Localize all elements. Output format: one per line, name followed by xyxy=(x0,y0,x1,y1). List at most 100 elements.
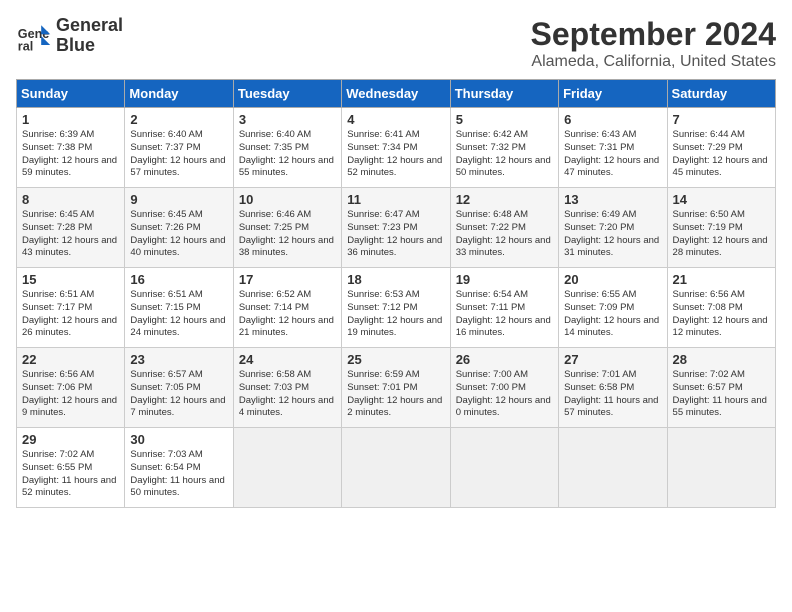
day-number: 27 xyxy=(564,352,661,367)
calendar-week-1: 1 Sunrise: 6:39 AMSunset: 7:38 PMDaylight… xyxy=(17,108,776,188)
calendar-cell: 7Sunrise: 6:44 AMSunset: 7:29 PMDaylight… xyxy=(667,108,775,188)
weekday-monday: Monday xyxy=(125,80,233,108)
day-detail: Sunrise: 6:46 AMSunset: 7:25 PMDaylight:… xyxy=(239,209,334,258)
calendar-cell: 22Sunrise: 6:56 AMSunset: 7:06 PMDayligh… xyxy=(17,348,125,428)
logo-blue: Blue xyxy=(56,36,123,56)
calendar-cell: 5Sunrise: 6:42 AMSunset: 7:32 PMDaylight… xyxy=(450,108,558,188)
day-detail: Sunrise: 6:53 AMSunset: 7:12 PMDaylight:… xyxy=(347,289,442,338)
calendar-week-4: 22Sunrise: 6:56 AMSunset: 7:06 PMDayligh… xyxy=(17,348,776,428)
day-number: 29 xyxy=(22,432,119,447)
day-detail: Sunrise: 6:47 AMSunset: 7:23 PMDaylight:… xyxy=(347,209,442,258)
day-number: 15 xyxy=(22,272,119,287)
day-number: 6 xyxy=(564,112,661,127)
logo-icon: Gene ral xyxy=(16,18,52,54)
day-number: 1 xyxy=(22,112,119,127)
day-number: 13 xyxy=(564,192,661,207)
day-detail: Sunrise: 6:48 AMSunset: 7:22 PMDaylight:… xyxy=(456,209,551,258)
day-detail: Sunrise: 6:50 AMSunset: 7:19 PMDaylight:… xyxy=(673,209,768,258)
day-detail: Sunrise: 6:55 AMSunset: 7:09 PMDaylight:… xyxy=(564,289,659,338)
day-detail: Sunrise: 6:45 AMSunset: 7:26 PMDaylight:… xyxy=(130,209,225,258)
calendar-cell: 9 Sunrise: 6:45 AMSunset: 7:26 PMDaylight… xyxy=(125,188,233,268)
calendar-body: 1 Sunrise: 6:39 AMSunset: 7:38 PMDaylight… xyxy=(17,108,776,508)
day-detail: Sunrise: 6:44 AMSunset: 7:29 PMDaylight:… xyxy=(673,129,768,178)
calendar-table: SundayMondayTuesdayWednesdayThursdayFrid… xyxy=(16,79,776,508)
calendar-cell: 6 Sunrise: 6:43 AMSunset: 7:31 PMDaylight… xyxy=(559,108,667,188)
day-number: 21 xyxy=(673,272,770,287)
calendar-cell: 26 Sunrise: 7:00 AMSunset: 7:00 PMDayligh… xyxy=(450,348,558,428)
page-header: Gene ral General Blue September 2024 Ala… xyxy=(16,16,776,71)
day-detail: Sunrise: 7:01 AMSunset: 6:58 PMDaylight:… xyxy=(564,369,658,418)
day-detail: Sunrise: 6:54 AMSunset: 7:11 PMDaylight:… xyxy=(456,289,551,338)
day-number: 28 xyxy=(673,352,770,367)
calendar-cell xyxy=(667,428,775,508)
day-number: 26 xyxy=(456,352,553,367)
calendar-cell: 10 Sunrise: 6:46 AMSunset: 7:25 PMDayligh… xyxy=(233,188,341,268)
calendar-week-5: 29 Sunrise: 7:02 AMSunset: 6:55 PMDayligh… xyxy=(17,428,776,508)
calendar-cell xyxy=(342,428,450,508)
calendar-cell: 16 Sunrise: 6:51 AMSunset: 7:15 PMDayligh… xyxy=(125,268,233,348)
day-number: 24 xyxy=(239,352,336,367)
calendar-cell: 13 Sunrise: 6:49 AMSunset: 7:20 PMDayligh… xyxy=(559,188,667,268)
weekday-friday: Friday xyxy=(559,80,667,108)
month-title: September 2024 xyxy=(531,16,776,53)
calendar-cell: 23 Sunrise: 6:57 AMSunset: 7:05 PMDayligh… xyxy=(125,348,233,428)
day-detail: Sunrise: 7:00 AMSunset: 7:00 PMDaylight:… xyxy=(456,369,551,418)
day-detail: Sunrise: 6:40 AMSunset: 7:35 PMDaylight:… xyxy=(239,129,334,178)
day-detail: Sunrise: 7:02 AMSunset: 6:55 PMDaylight:… xyxy=(22,449,116,498)
calendar-cell: 3 Sunrise: 6:40 AMSunset: 7:35 PMDaylight… xyxy=(233,108,341,188)
day-detail: Sunrise: 6:40 AMSunset: 7:37 PMDaylight:… xyxy=(130,129,225,178)
day-detail: Sunrise: 6:43 AMSunset: 7:31 PMDaylight:… xyxy=(564,129,659,178)
day-detail: Sunrise: 6:56 AMSunset: 7:08 PMDaylight:… xyxy=(673,289,768,338)
day-number: 17 xyxy=(239,272,336,287)
title-area: September 2024 Alameda, California, Unit… xyxy=(531,16,776,71)
calendar-cell: 27 Sunrise: 7:01 AMSunset: 6:58 PMDayligh… xyxy=(559,348,667,428)
calendar-cell: 19 Sunrise: 6:54 AMSunset: 7:11 PMDayligh… xyxy=(450,268,558,348)
day-number: 3 xyxy=(239,112,336,127)
calendar-cell xyxy=(233,428,341,508)
calendar-week-3: 15 Sunrise: 6:51 AMSunset: 7:17 PMDayligh… xyxy=(17,268,776,348)
calendar-cell: 1 Sunrise: 6:39 AMSunset: 7:38 PMDaylight… xyxy=(17,108,125,188)
day-number: 9 xyxy=(130,192,227,207)
weekday-sunday: Sunday xyxy=(17,80,125,108)
calendar-cell: 21 Sunrise: 6:56 AMSunset: 7:08 PMDayligh… xyxy=(667,268,775,348)
day-number: 22 xyxy=(22,352,119,367)
weekday-thursday: Thursday xyxy=(450,80,558,108)
weekday-header-row: SundayMondayTuesdayWednesdayThursdayFrid… xyxy=(17,80,776,108)
day-detail: Sunrise: 6:51 AMSunset: 7:17 PMDaylight:… xyxy=(22,289,117,338)
day-detail: Sunrise: 7:03 AMSunset: 6:54 PMDaylight:… xyxy=(130,449,224,498)
day-detail: Sunrise: 6:39 AMSunset: 7:38 PMDaylight:… xyxy=(22,129,117,178)
weekday-saturday: Saturday xyxy=(667,80,775,108)
day-detail: Sunrise: 6:52 AMSunset: 7:14 PMDaylight:… xyxy=(239,289,334,338)
calendar-cell: 29 Sunrise: 7:02 AMSunset: 6:55 PMDayligh… xyxy=(17,428,125,508)
day-number: 10 xyxy=(239,192,336,207)
day-number: 25 xyxy=(347,352,444,367)
day-number: 14 xyxy=(673,192,770,207)
calendar-cell: 11 Sunrise: 6:47 AMSunset: 7:23 PMDayligh… xyxy=(342,188,450,268)
day-detail: Sunrise: 6:59 AMSunset: 7:01 PMDaylight:… xyxy=(347,369,442,418)
day-detail: Sunrise: 6:41 AMSunset: 7:34 PMDaylight:… xyxy=(347,129,442,178)
day-detail: Sunrise: 6:51 AMSunset: 7:15 PMDaylight:… xyxy=(130,289,225,338)
day-number: 11 xyxy=(347,192,444,207)
svg-text:ral: ral xyxy=(18,39,33,53)
day-detail: Sunrise: 6:57 AMSunset: 7:05 PMDaylight:… xyxy=(130,369,225,418)
day-detail: Sunrise: 6:45 AMSunset: 7:28 PMDaylight:… xyxy=(22,209,117,258)
calendar-cell: 8Sunrise: 6:45 AMSunset: 7:28 PMDaylight… xyxy=(17,188,125,268)
day-number: 16 xyxy=(130,272,227,287)
calendar-cell xyxy=(450,428,558,508)
calendar-cell xyxy=(559,428,667,508)
calendar-cell: 25 Sunrise: 6:59 AMSunset: 7:01 PMDayligh… xyxy=(342,348,450,428)
calendar-cell: 4 Sunrise: 6:41 AMSunset: 7:34 PMDaylight… xyxy=(342,108,450,188)
calendar-cell: 24Sunrise: 6:58 AMSunset: 7:03 PMDayligh… xyxy=(233,348,341,428)
day-number: 20 xyxy=(564,272,661,287)
calendar-cell: 12Sunrise: 6:48 AMSunset: 7:22 PMDayligh… xyxy=(450,188,558,268)
day-detail: Sunrise: 6:49 AMSunset: 7:20 PMDaylight:… xyxy=(564,209,659,258)
calendar-cell: 2 Sunrise: 6:40 AMSunset: 7:37 PMDaylight… xyxy=(125,108,233,188)
day-number: 23 xyxy=(130,352,227,367)
logo: Gene ral General Blue xyxy=(16,16,123,56)
day-number: 4 xyxy=(347,112,444,127)
day-number: 19 xyxy=(456,272,553,287)
calendar-cell: 15 Sunrise: 6:51 AMSunset: 7:17 PMDayligh… xyxy=(17,268,125,348)
calendar-cell: 28Sunrise: 7:02 AMSunset: 6:57 PMDayligh… xyxy=(667,348,775,428)
day-number: 2 xyxy=(130,112,227,127)
calendar-cell: 14 Sunrise: 6:50 AMSunset: 7:19 PMDayligh… xyxy=(667,188,775,268)
